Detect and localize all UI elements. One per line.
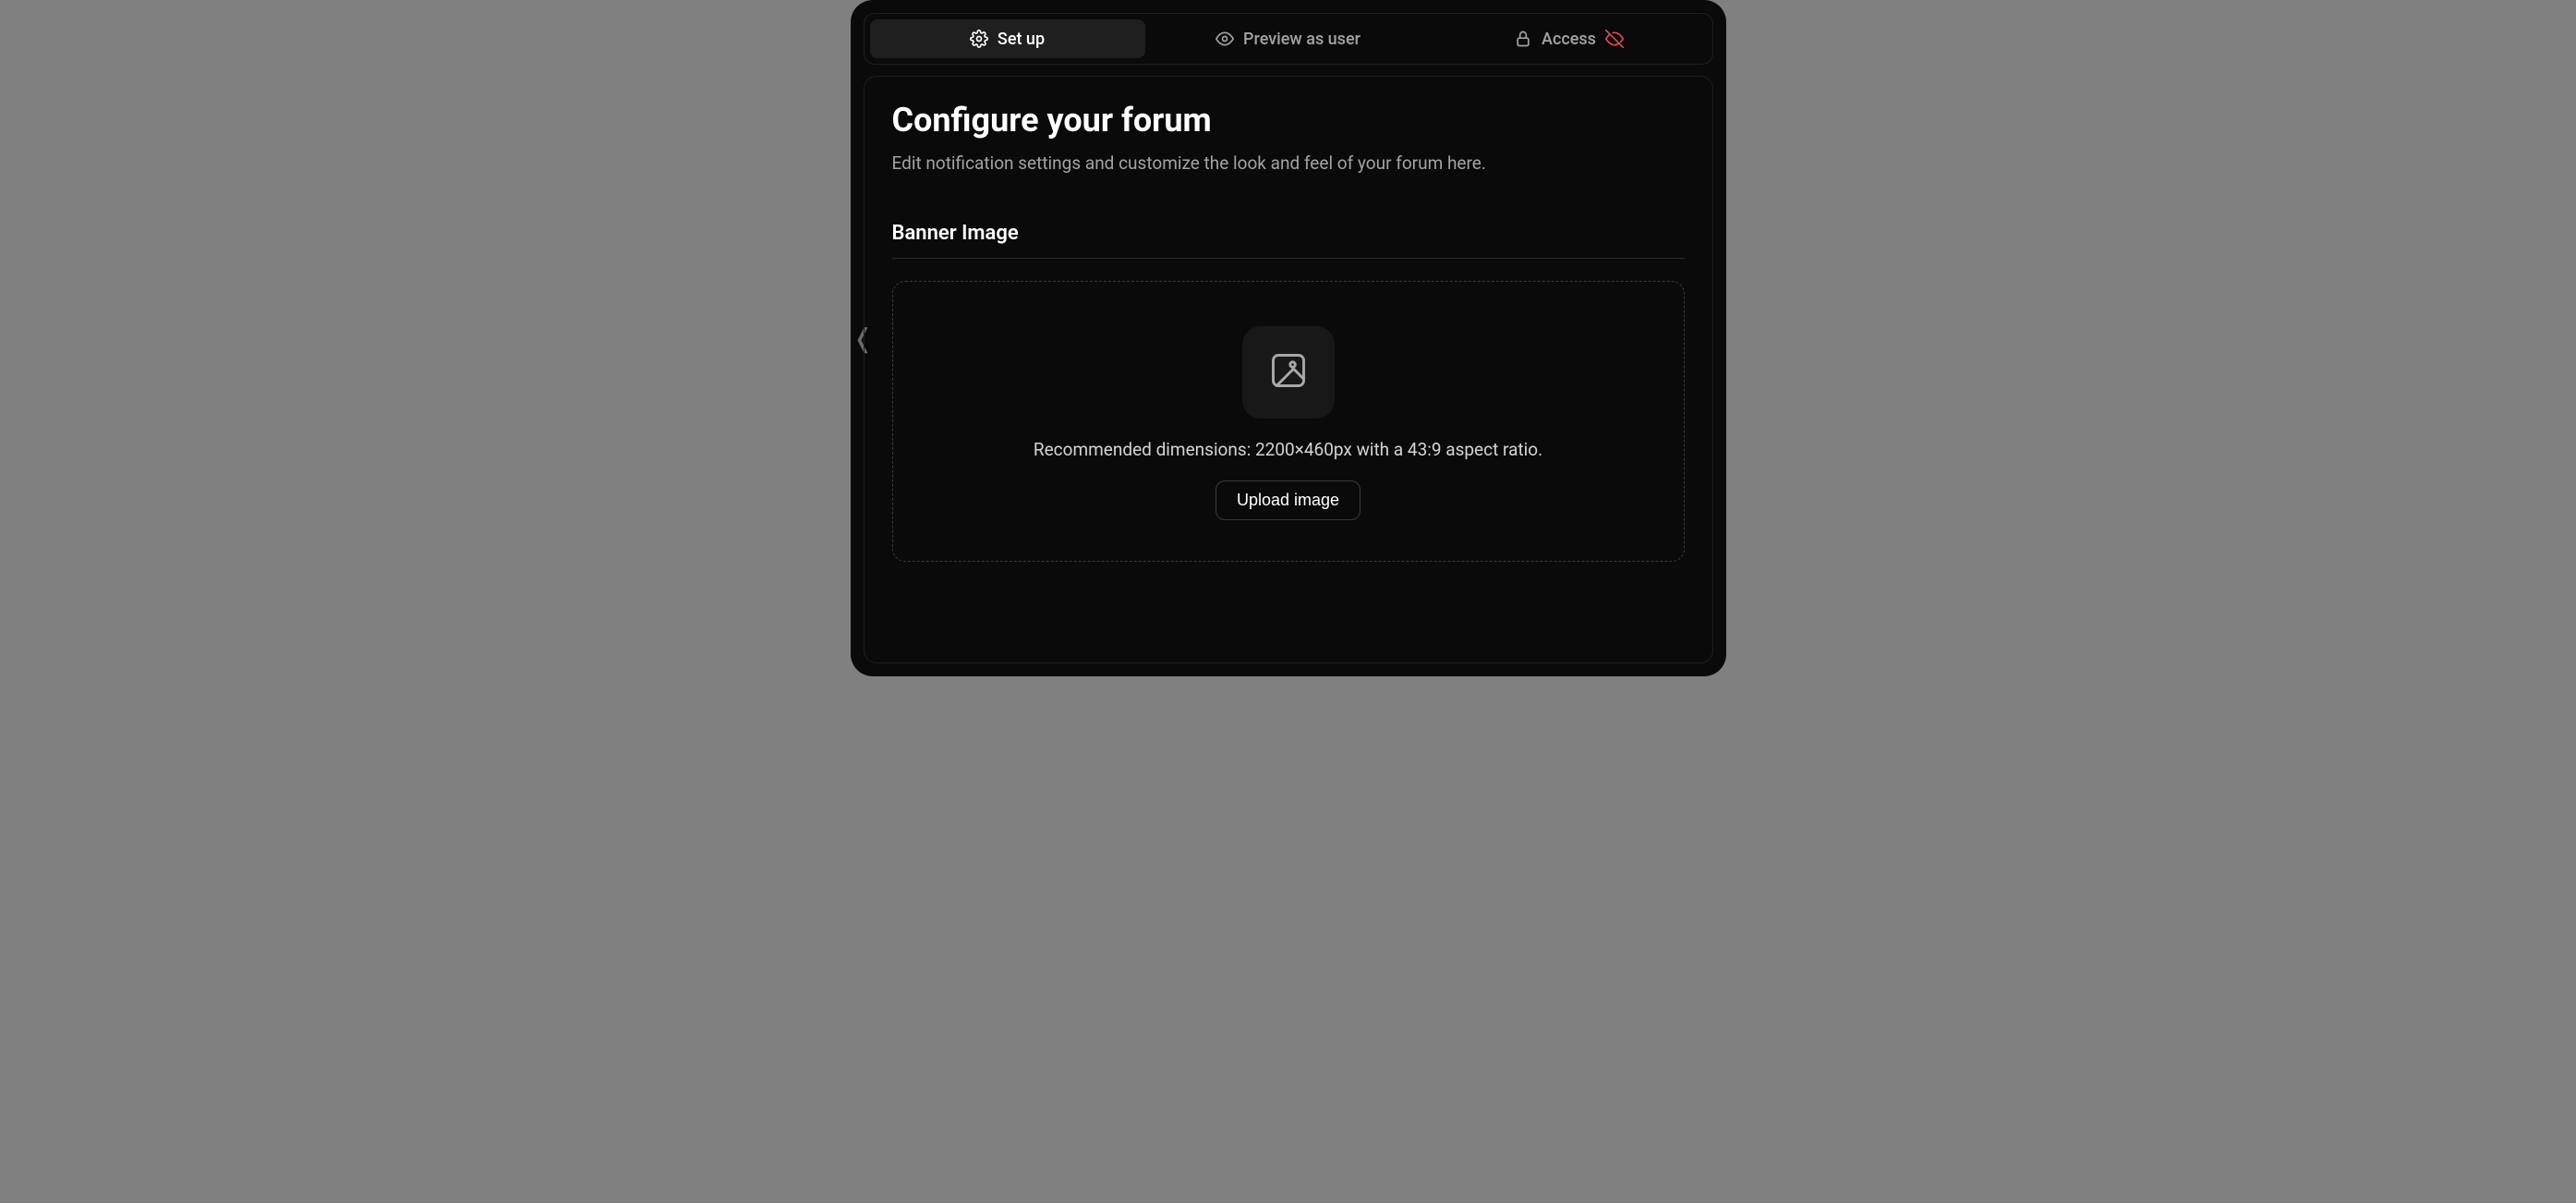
upload-image-button[interactable]: Upload image	[1215, 480, 1361, 520]
image-icon	[1268, 350, 1309, 395]
tab-label: Set up	[998, 30, 1045, 49]
page-subtitle: Edit notification settings and customize…	[892, 152, 1685, 174]
tab-access[interactable]: Access	[1432, 19, 1707, 58]
app-window: ❬ Set up Preview as user	[851, 0, 1726, 676]
banner-section-title: Banner Image	[892, 222, 1685, 245]
tab-bar: Set up Preview as user Access	[864, 13, 1713, 65]
tab-setup[interactable]: Set up	[870, 19, 1145, 58]
tab-label: Access	[1542, 30, 1596, 49]
page-title: Configure your forum	[892, 101, 1685, 140]
eye-icon	[1215, 30, 1234, 48]
gear-icon	[970, 30, 988, 48]
section-divider	[892, 258, 1685, 259]
eye-slash-icon	[1605, 30, 1624, 48]
content-area: Configure your forum Edit notification s…	[864, 76, 1713, 663]
recommended-dimensions-text: Recommended dimensions: 2200×460px with …	[1034, 439, 1542, 460]
banner-upload-box[interactable]: Recommended dimensions: 2200×460px with …	[892, 281, 1685, 562]
tab-preview[interactable]: Preview as user	[1151, 19, 1426, 58]
tab-label: Preview as user	[1243, 30, 1361, 49]
lock-icon	[1514, 30, 1532, 48]
image-placeholder	[1242, 326, 1335, 419]
